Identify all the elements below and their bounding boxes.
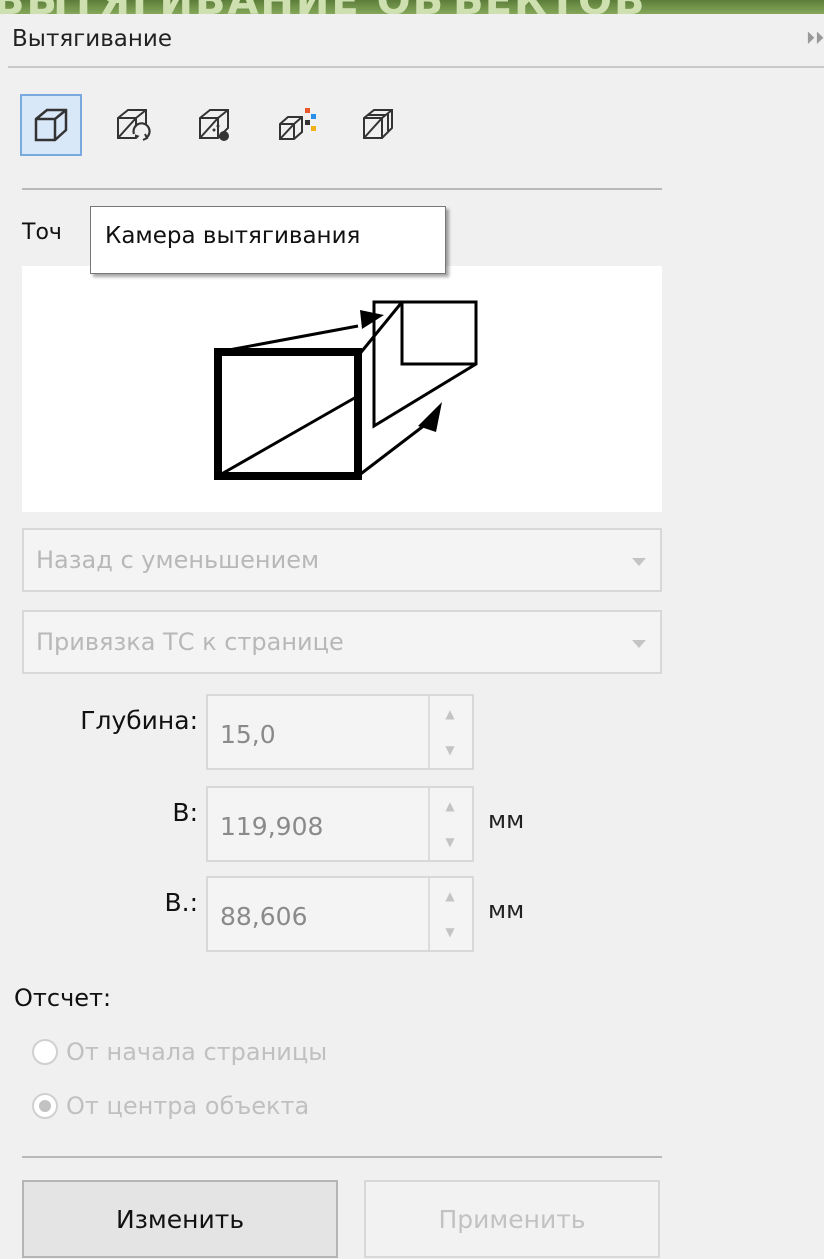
horizontal-stepper: ▲ ▼: [428, 788, 472, 860]
extrude-lighting-icon: [199, 109, 229, 141]
spin-up-icon[interactable]: ▲: [430, 788, 470, 824]
extrude-rotation-button[interactable]: [102, 94, 164, 156]
vertical-label: В.:: [164, 888, 198, 917]
vertical-stepper: ▲ ▼: [428, 878, 472, 950]
extrude-lighting-button[interactable]: [184, 94, 246, 156]
origin-label: Отсчет:: [14, 984, 112, 1012]
section-divider: [22, 1156, 662, 1158]
extrusion-type-dropdown[interactable]: Назад с уменьшением: [22, 528, 662, 592]
vp-lock-dropdown[interactable]: Привязка ТС к странице: [22, 610, 662, 674]
apply-button[interactable]: Применить: [364, 1180, 660, 1258]
panel-title: Вытягивание: [12, 26, 172, 52]
extrusion-diagram-icon: [214, 300, 478, 480]
extrude-mode-button[interactable]: [20, 94, 82, 156]
depth-value: 15,0: [220, 720, 276, 749]
spin-down-icon[interactable]: ▼: [430, 824, 470, 860]
depth-label: Глубина:: [80, 706, 198, 735]
extrude-bevel-button[interactable]: [348, 94, 410, 156]
depth-stepper: ▲ ▼: [428, 696, 472, 768]
horizontal-value: 119,908: [220, 812, 324, 841]
radio-unchecked-icon: [32, 1039, 58, 1065]
edit-button[interactable]: Изменить: [22, 1180, 338, 1258]
vertical-value: 88,606: [220, 902, 308, 931]
chevron-down-icon: [632, 640, 646, 648]
top-decorative-strip: ВЫТЯГИВАНИЕ ОБЪЕКТОВ: [0, 0, 824, 14]
chevron-down-icon: [632, 558, 646, 566]
vertical-spinbox[interactable]: 88,606 ▲ ▼: [206, 876, 474, 952]
extrusion-type-value: Назад с уменьшением: [36, 546, 320, 574]
tooltip: Камера вытягивания: [90, 206, 446, 274]
section-divider: [22, 188, 662, 190]
extrude-bevel-icon: [363, 109, 393, 139]
spin-down-icon[interactable]: ▼: [430, 732, 470, 768]
extrude-docker-panel: Вытягивание ⏵⏵ Точ Камера вытягивания На…: [8, 14, 824, 1259]
extrude-rotation-icon: [117, 109, 151, 141]
depth-spinbox[interactable]: 15,0 ▲ ▼: [206, 694, 474, 770]
spin-up-icon[interactable]: ▲: [430, 696, 470, 732]
spin-up-icon[interactable]: ▲: [430, 878, 470, 914]
horizontal-label: В:: [172, 798, 198, 827]
radio-checked-icon: [32, 1093, 58, 1119]
panel-header: Вытягивание ⏵⏵: [8, 14, 824, 68]
origin-page-radio[interactable]: От начала страницы: [32, 1032, 452, 1072]
origin-object-radio[interactable]: От центра объекта: [32, 1086, 452, 1126]
extrude-color-button[interactable]: [266, 94, 328, 156]
vertical-unit: мм: [488, 896, 525, 924]
collapse-arrows-icon[interactable]: ⏵⏵: [806, 28, 824, 49]
spin-down-icon[interactable]: ▼: [430, 914, 470, 950]
vp-lock-value: Привязка ТС к странице: [36, 628, 344, 656]
origin-page-label: От начала страницы: [66, 1038, 328, 1066]
extrude-color-icon: [279, 108, 316, 140]
horizontal-spinbox[interactable]: 119,908 ▲ ▼: [206, 786, 474, 862]
horizontal-unit: мм: [488, 806, 525, 834]
vanishing-point-label: Точ: [22, 220, 62, 245]
extrusion-preview: [22, 266, 662, 512]
extrude-mode-icon: [34, 108, 68, 142]
origin-object-label: От центра объекта: [66, 1092, 310, 1120]
